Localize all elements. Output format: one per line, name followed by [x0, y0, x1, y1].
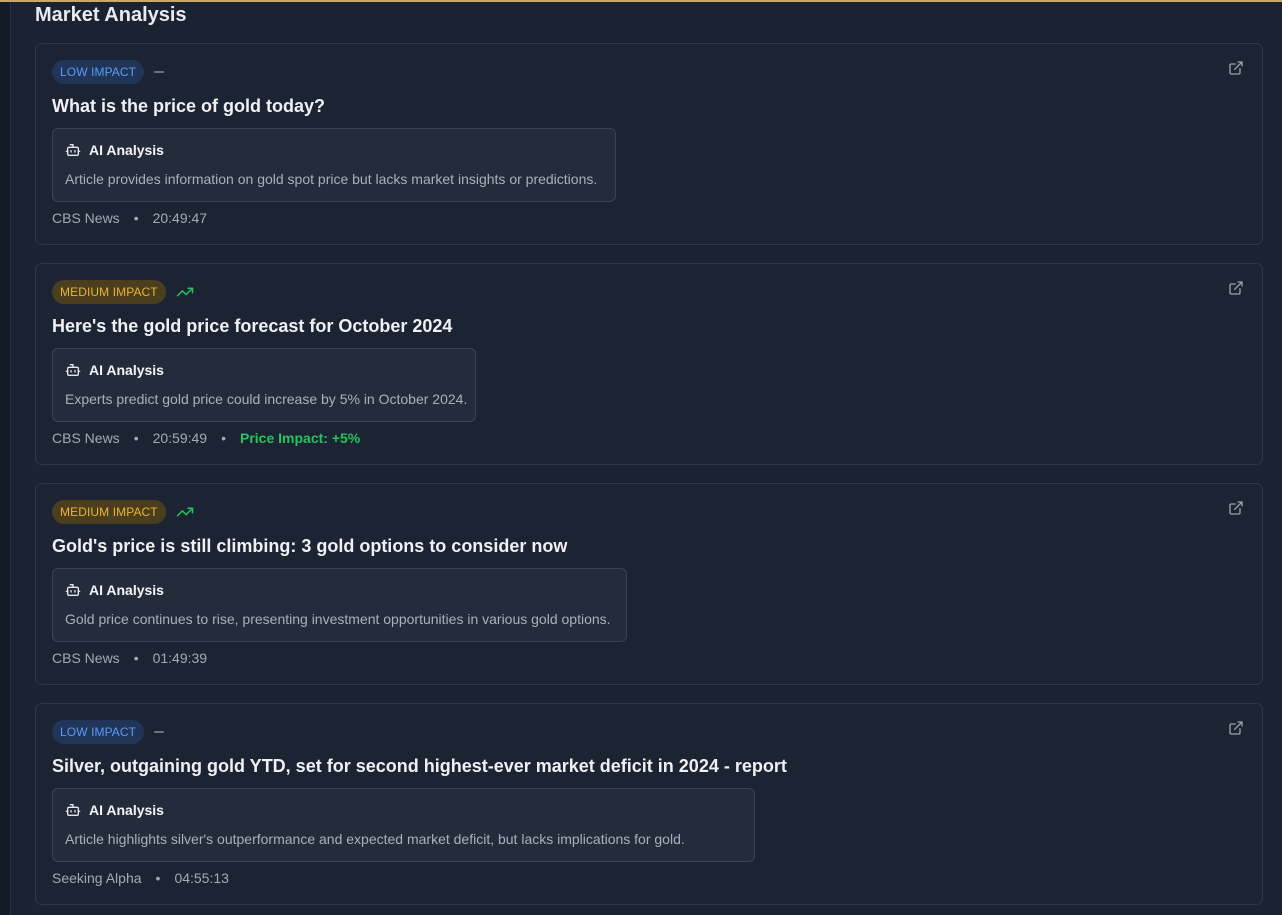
impact-badge: LOW IMPACT — [52, 60, 145, 84]
ai-analysis-text: Gold price continues to rise, presenting… — [65, 611, 611, 627]
news-card[interactable]: LOW IMPACT What is the price of gold tod… — [35, 43, 1263, 245]
article-meta: Seeking Alpha • 04:55:13 — [52, 870, 229, 886]
article-time: 20:49:47 — [152, 210, 208, 226]
news-card[interactable]: MEDIUM IMPACT Gold's price is still clim… — [35, 483, 1263, 685]
article-source: Seeking Alpha — [52, 870, 142, 886]
dash-icon — [154, 731, 165, 733]
external-link-icon[interactable] — [1228, 500, 1244, 516]
ai-analysis-header: AI Analysis — [65, 802, 164, 818]
bot-icon — [65, 584, 81, 596]
ai-analysis-box: AI Analysis Gold price continues to rise… — [52, 568, 627, 642]
article-time: 01:49:39 — [152, 650, 208, 666]
article-meta: CBS News • 20:49:47 — [52, 210, 207, 226]
ai-analysis-label: AI Analysis — [89, 142, 164, 158]
impact-badge: MEDIUM IMPACT — [52, 500, 166, 524]
ai-analysis-label: AI Analysis — [89, 362, 164, 378]
article-source: CBS News — [52, 430, 120, 446]
ai-analysis-box: AI Analysis Article highlights silver's … — [52, 788, 755, 862]
ai-analysis-header: AI Analysis — [65, 142, 164, 158]
article-source: CBS News — [52, 650, 120, 666]
badge-row: MEDIUM IMPACT — [52, 500, 194, 524]
ai-analysis-box: AI Analysis Article provides information… — [52, 128, 616, 202]
article-time: 04:55:13 — [174, 870, 229, 886]
price-impact: Price Impact: +5% — [240, 430, 361, 446]
meta-separator: • — [133, 210, 139, 226]
bot-icon — [65, 804, 81, 816]
article-headline[interactable]: Silver, outgaining gold YTD, set for sec… — [52, 754, 787, 778]
impact-badge: LOW IMPACT — [52, 720, 145, 744]
meta-separator: • — [221, 430, 226, 446]
meta-separator: • — [133, 650, 139, 666]
ai-analysis-text: Article highlights silver's outperforman… — [65, 831, 685, 847]
left-sidebar-rail — [0, 2, 11, 915]
external-link-icon[interactable] — [1228, 60, 1244, 76]
ai-analysis-label: AI Analysis — [89, 582, 164, 598]
trending-up-icon — [176, 507, 193, 517]
meta-separator: • — [155, 870, 161, 886]
article-headline[interactable]: Here's the gold price forecast for Octob… — [52, 314, 452, 338]
external-link-icon[interactable] — [1228, 280, 1244, 296]
article-meta: CBS News • 20:59:49 • Price Impact: +5% — [52, 430, 360, 446]
bot-icon — [65, 364, 81, 376]
badge-row: MEDIUM IMPACT — [52, 280, 194, 304]
ai-analysis-header: AI Analysis — [65, 582, 164, 598]
article-time: 20:59:49 — [152, 430, 208, 446]
article-source: CBS News — [52, 210, 120, 226]
meta-separator: • — [133, 430, 139, 446]
main-panel: Market Analysis LOW IMPACT What is the p… — [11, 2, 1282, 915]
badge-row: LOW IMPACT — [52, 60, 165, 84]
page-title: Market Analysis — [35, 4, 187, 26]
ai-analysis-text: Experts predict gold price could increas… — [65, 391, 468, 407]
trending-up-icon — [176, 287, 193, 297]
news-card[interactable]: LOW IMPACT Silver, outgaining gold YTD, … — [35, 703, 1263, 905]
badge-row: LOW IMPACT — [52, 720, 165, 744]
article-meta: CBS News • 01:49:39 — [52, 650, 207, 666]
ai-analysis-header: AI Analysis — [65, 362, 164, 378]
ai-analysis-box: AI Analysis Experts predict gold price c… — [52, 348, 476, 422]
dash-icon — [154, 71, 165, 73]
impact-badge: MEDIUM IMPACT — [52, 280, 166, 304]
ai-analysis-label: AI Analysis — [89, 802, 164, 818]
ai-analysis-text: Article provides information on gold spo… — [65, 171, 598, 187]
article-headline[interactable]: What is the price of gold today? — [52, 94, 325, 118]
article-headline[interactable]: Gold's price is still climbing: 3 gold o… — [52, 534, 567, 558]
news-card[interactable]: MEDIUM IMPACT Here's the gold price fore… — [35, 263, 1263, 465]
bot-icon — [65, 144, 81, 156]
external-link-icon[interactable] — [1228, 720, 1244, 736]
